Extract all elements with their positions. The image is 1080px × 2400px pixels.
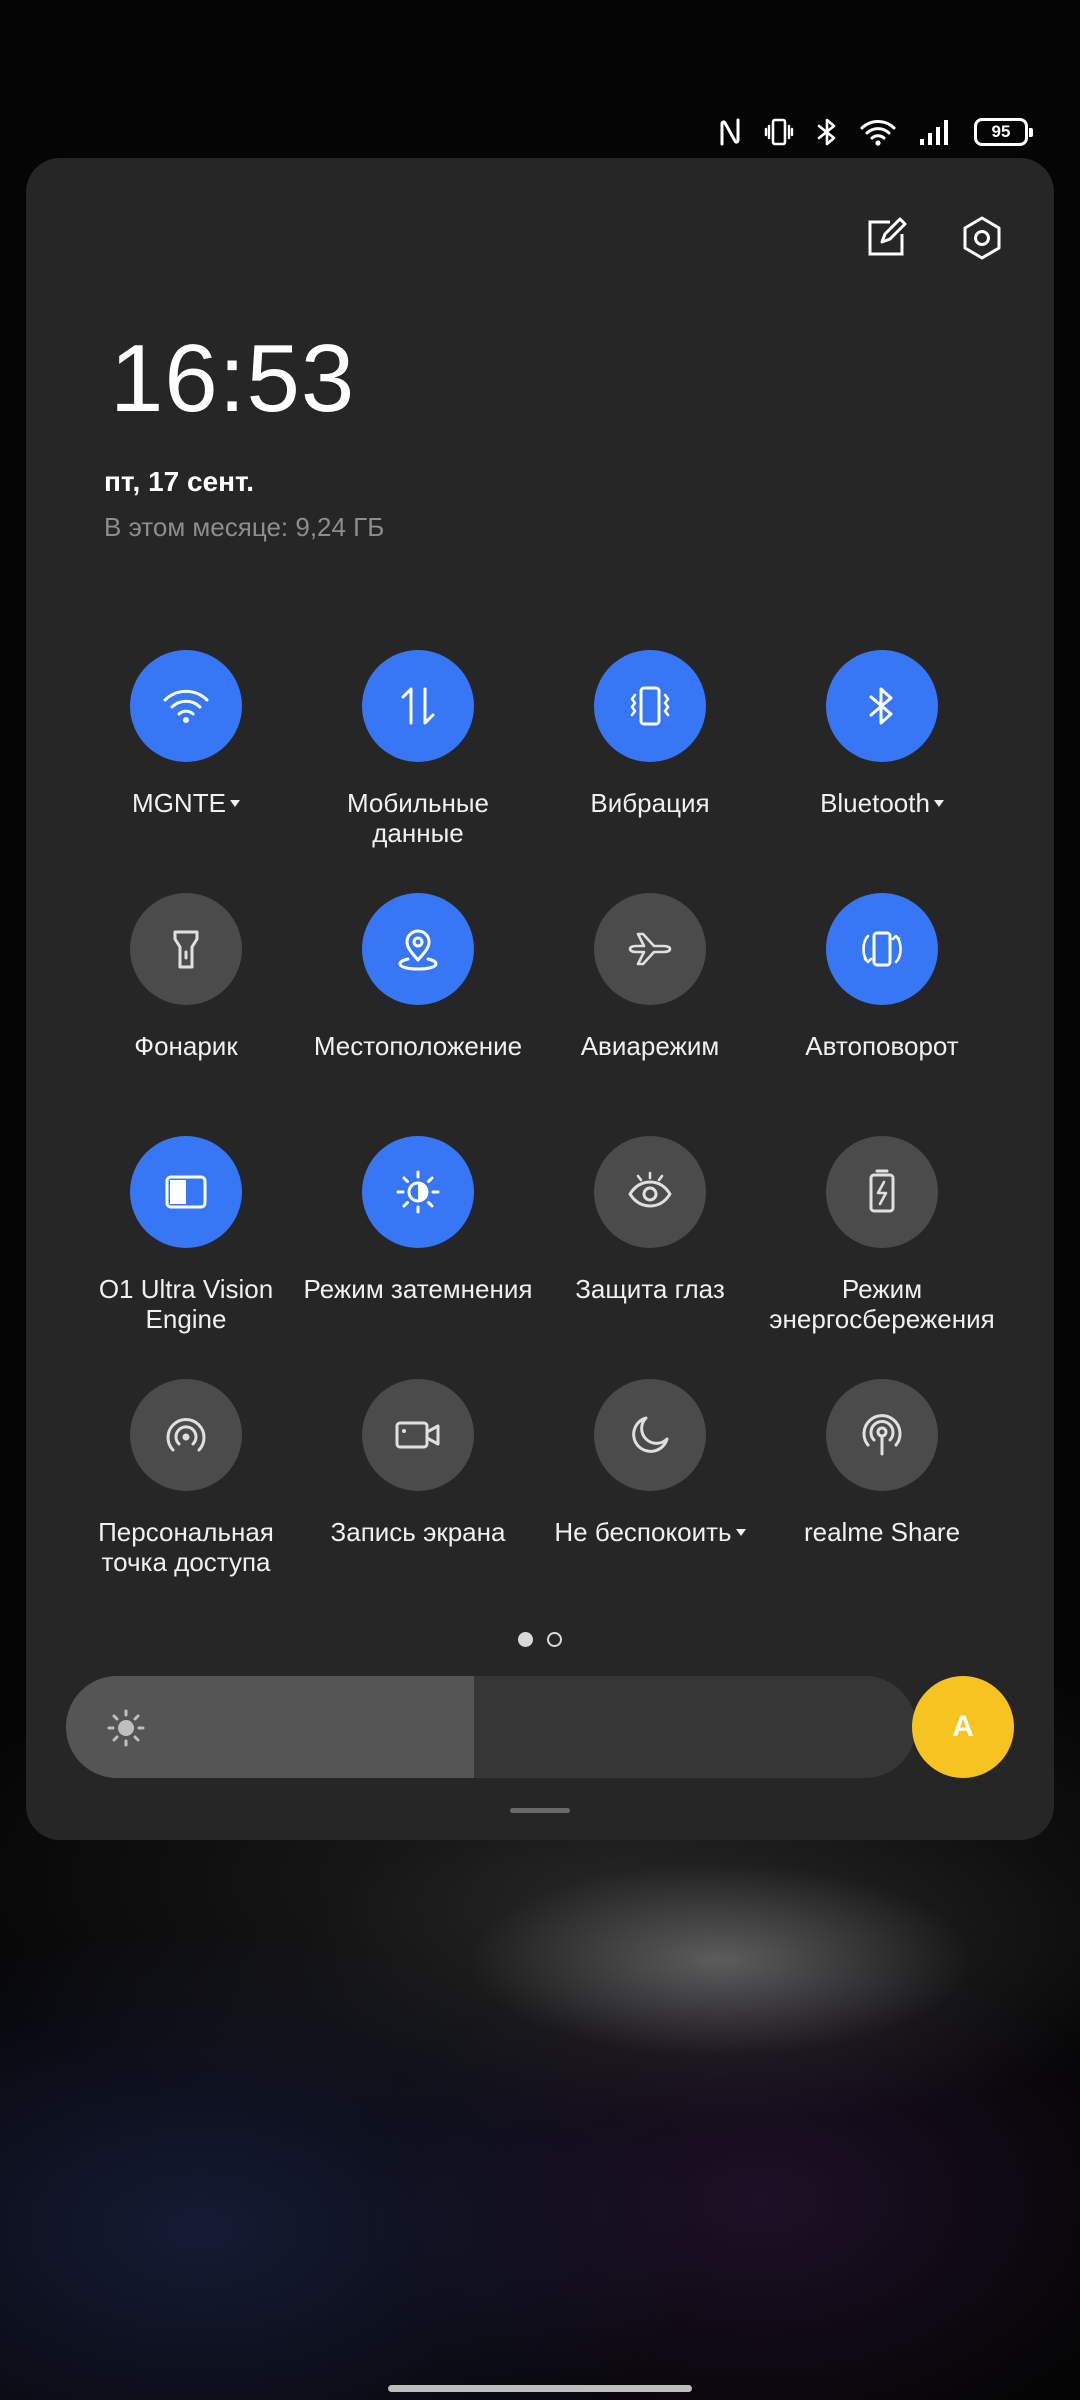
wifi-icon <box>860 117 896 147</box>
clock[interactable]: 16:53 <box>110 324 355 434</box>
tile-battery-saver[interactable]: Режим энергосбережения <box>766 1136 998 1379</box>
nfc-icon <box>718 117 742 147</box>
tile-do-not-disturb[interactable]: Не беспокоить <box>534 1379 766 1622</box>
tile-label: MGNTE <box>70 788 302 818</box>
tile-label: Автоповорот <box>805 1031 959 1061</box>
tile-flashlight[interactable]: Фонарик <box>70 893 302 1136</box>
tile-wifi-button[interactable] <box>130 650 242 762</box>
tile-location-button[interactable] <box>362 893 474 1005</box>
bluetooth-icon <box>869 687 893 725</box>
screen-record-icon <box>395 1421 440 1449</box>
wifi-icon <box>163 689 209 723</box>
tile-bluetooth-button[interactable] <box>826 650 938 762</box>
vision-engine-icon <box>165 1175 207 1209</box>
eye-icon <box>628 1171 672 1208</box>
signal-icon <box>918 117 952 147</box>
tile-label: O1 Ultra Vision Engine <box>98 1274 274 1334</box>
share-icon <box>862 1414 902 1456</box>
settings-button[interactable] <box>958 214 1006 262</box>
tile-location[interactable]: Местоположение <box>302 893 534 1136</box>
tile-label: Персональная точка доступа <box>98 1517 274 1577</box>
tile-wifi[interactable]: MGNTE <box>70 650 302 893</box>
status-bar: 95 <box>718 112 1033 152</box>
dropdown-caret-icon <box>933 800 944 807</box>
page-dot-inactive[interactable] <box>547 1632 562 1647</box>
battery-saver-icon <box>869 1169 895 1213</box>
tile-mobile-data[interactable]: Мобильные данные <box>302 650 534 893</box>
date[interactable]: пт, 17 сент. <box>104 466 254 498</box>
sun-icon <box>107 1709 145 1747</box>
tile-label: Bluetooth <box>766 788 998 818</box>
panel-actions <box>862 214 1006 262</box>
hotspot-icon <box>166 1418 206 1452</box>
tile-screen-record-button[interactable] <box>362 1379 474 1491</box>
tile-realme-share[interactable]: realme Share <box>766 1379 998 1622</box>
tile-do-not-disturb-button[interactable] <box>594 1379 706 1491</box>
tile-vision-engine-button[interactable] <box>130 1136 242 1248</box>
dropdown-caret-icon <box>735 1529 746 1536</box>
data-usage-text[interactable]: В этом месяце: 9,24 ГБ <box>104 512 384 543</box>
edit-icon <box>868 217 907 256</box>
airplane-icon <box>628 932 672 966</box>
page-indicator <box>26 1632 1054 1647</box>
moon-icon <box>632 1416 669 1453</box>
tile-autorotate-button[interactable] <box>826 893 938 1005</box>
tile-screen-record[interactable]: Запись экрана <box>302 1379 534 1622</box>
tile-airplane-button[interactable] <box>594 893 706 1005</box>
tile-battery-saver-button[interactable] <box>826 1136 938 1248</box>
edit-button[interactable] <box>862 214 910 262</box>
tile-hotspot[interactable]: Персональная точка доступа <box>70 1379 302 1622</box>
auto-brightness-button[interactable]: A <box>912 1676 1014 1778</box>
dropdown-caret-icon <box>229 800 240 807</box>
panel-drag-handle[interactable] <box>510 1808 570 1813</box>
tile-eye-protection-button[interactable] <box>594 1136 706 1248</box>
tile-label: Режим затемнения <box>303 1274 533 1304</box>
tile-dark-mode-button[interactable] <box>362 1136 474 1248</box>
tile-label: Защита глаз <box>575 1274 725 1304</box>
tile-vibration-button[interactable] <box>594 650 706 762</box>
dark-mode-icon <box>396 1170 440 1214</box>
quick-tiles-grid: MGNTE Мобильные данные Вибрация Bluetoot… <box>70 650 998 1622</box>
brightness-slider[interactable] <box>66 1676 916 1778</box>
tile-label: Мобильные данные <box>346 788 490 848</box>
tile-airplane[interactable]: Авиарежим <box>534 893 766 1136</box>
tile-eye-protection[interactable]: Защита глаз <box>534 1136 766 1379</box>
tile-label: Запись экрана <box>330 1517 506 1547</box>
tile-label: realme Share <box>803 1517 961 1547</box>
bluetooth-icon <box>816 117 838 147</box>
tile-mobile-data-button[interactable] <box>362 650 474 762</box>
vibration-icon <box>630 686 670 726</box>
tile-vibration[interactable]: Вибрация <box>534 650 766 893</box>
tile-vision-engine[interactable]: O1 Ultra Vision Engine <box>70 1136 302 1379</box>
tile-realme-share-button[interactable] <box>826 1379 938 1491</box>
navigation-gesture-bar[interactable] <box>388 2385 692 2392</box>
page-dot-active[interactable] <box>518 1632 533 1647</box>
settings-icon <box>963 216 1001 260</box>
tile-label: Местоположение <box>313 1031 523 1061</box>
tile-label: Авиарежим <box>580 1031 720 1061</box>
tile-label: Фонарик <box>134 1031 238 1061</box>
tile-label: Режим энергосбережения <box>769 1274 995 1334</box>
flashlight-icon <box>173 930 199 969</box>
tile-flashlight-button[interactable] <box>130 893 242 1005</box>
vibrate-icon <box>764 117 794 147</box>
autorotate-icon <box>862 931 902 967</box>
quick-settings-panel: 16:53 пт, 17 сент. В этом месяце: 9,24 Г… <box>26 158 1054 1840</box>
mobile-data-icon <box>401 687 435 725</box>
tile-hotspot-button[interactable] <box>130 1379 242 1491</box>
tile-label: Вибрация <box>590 788 710 818</box>
tile-dark-mode[interactable]: Режим затемнения <box>302 1136 534 1379</box>
location-icon <box>398 929 438 971</box>
battery-indicator: 95 <box>974 118 1033 146</box>
tile-label: Не беспокоить <box>534 1517 766 1547</box>
tile-bluetooth[interactable]: Bluetooth <box>766 650 998 893</box>
tile-autorotate[interactable]: Автоповорот <box>766 893 998 1136</box>
